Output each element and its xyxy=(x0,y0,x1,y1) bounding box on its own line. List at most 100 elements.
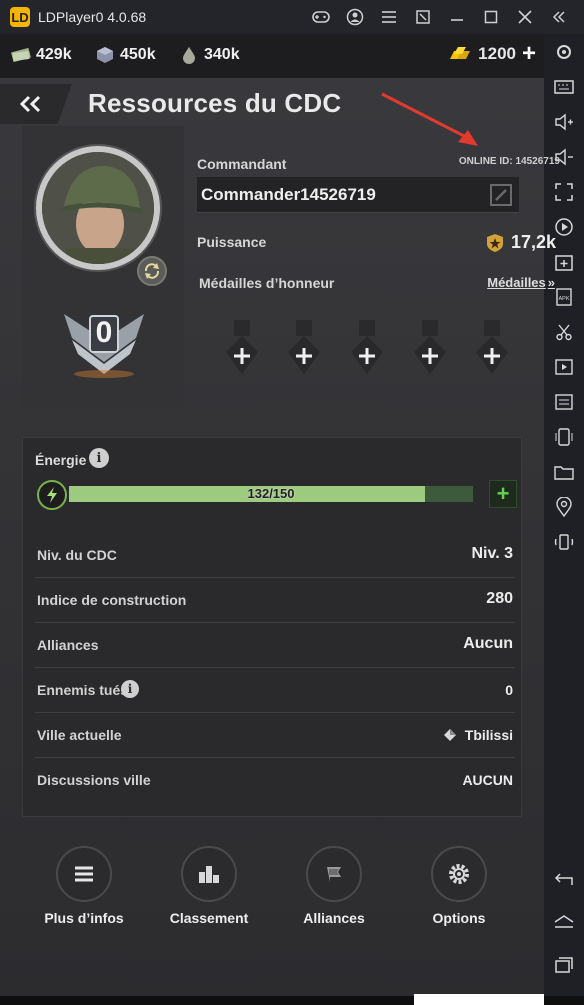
window-title: LDPlayer0 4.0.68 xyxy=(38,9,147,25)
double-chevron-right-icon: » xyxy=(547,275,555,290)
steel-icon xyxy=(97,47,113,63)
empty-medal-icon xyxy=(226,320,258,374)
edit-name-button[interactable] xyxy=(489,183,513,207)
stat-value: 280 xyxy=(486,590,513,607)
page-title: Ressources du CDC xyxy=(88,88,342,118)
empty-medal-icon xyxy=(288,320,320,374)
account-icon[interactable] xyxy=(338,0,372,34)
annotation-arrow-icon xyxy=(381,92,478,146)
empty-medal-icon xyxy=(476,320,508,374)
bottom-white-region xyxy=(414,994,544,1005)
close-icon[interactable] xyxy=(508,0,542,34)
medal-slot[interactable] xyxy=(349,318,385,378)
medals-link-label: Médailles xyxy=(487,275,546,290)
cash-resource[interactable]: 429k xyxy=(10,46,72,64)
gold-resource[interactable]: 1200 + xyxy=(448,42,536,66)
stat-row-construction-index: Indice de construction 280 xyxy=(35,579,515,623)
folder-icon[interactable] xyxy=(544,454,584,489)
steel-value: 450k xyxy=(120,46,156,63)
change-avatar-button[interactable] xyxy=(137,256,167,286)
online-id: ONLINE ID: 14526719 xyxy=(458,156,560,167)
stat-label: Ennemis tués xyxy=(37,682,129,698)
gear-icon xyxy=(449,864,469,884)
more-info-circle xyxy=(56,846,112,902)
power-value-group: 17,2k xyxy=(485,232,556,253)
back-nav-icon[interactable] xyxy=(544,861,584,896)
keyboard-icon[interactable] xyxy=(544,69,584,104)
restore-arrow-icon[interactable] xyxy=(406,0,440,34)
city-value-group[interactable]: Tbilissi xyxy=(443,727,513,743)
gold-value: 1200 xyxy=(478,44,516,63)
options-button[interactable]: Options xyxy=(404,846,514,936)
recent-apps-icon[interactable] xyxy=(544,947,584,982)
menu-icon xyxy=(75,866,93,882)
medals-link[interactable]: Médailles» xyxy=(487,275,555,290)
gold-bars-icon xyxy=(450,47,471,59)
gamepad-icon[interactable] xyxy=(304,0,338,34)
alliances-button[interactable]: Alliances xyxy=(279,846,389,936)
commander-name: Commander14526719 xyxy=(201,185,376,204)
volume-up-icon[interactable] xyxy=(544,104,584,139)
cash-icon xyxy=(11,47,31,63)
add-energy-button[interactable]: + xyxy=(489,480,517,508)
medal-slot[interactable] xyxy=(286,318,322,378)
video-record-icon[interactable] xyxy=(544,349,584,384)
emulator-sidebar: APK xyxy=(544,34,584,1005)
add-gold-plus-icon[interactable]: + xyxy=(522,42,536,66)
oil-value: 340k xyxy=(204,46,240,63)
scissors-icon[interactable] xyxy=(544,314,584,349)
stat-label: Discussions ville xyxy=(37,772,151,788)
home-nav-icon[interactable] xyxy=(544,904,584,939)
ranking-button[interactable]: Classement xyxy=(154,846,264,936)
back-button[interactable] xyxy=(0,84,72,124)
menu-icon[interactable] xyxy=(372,0,406,34)
alliances-circle xyxy=(306,846,362,902)
shake-icon[interactable] xyxy=(544,419,584,454)
stat-row-current-city: Ville actuelle Tbilissi xyxy=(35,714,515,758)
stat-label: Indice de construction xyxy=(37,592,187,608)
energy-bar-text: 132/150 xyxy=(247,486,295,501)
commander-name-field: Commander14526719 xyxy=(197,177,519,213)
stat-row-alliances: Alliances Aucun xyxy=(35,624,515,668)
ranking-circle xyxy=(181,846,237,902)
bar-chart-icon xyxy=(199,866,219,883)
stat-value: Aucun xyxy=(463,635,513,652)
commander-avatar[interactable] xyxy=(36,146,160,270)
ldplayer-logo-icon: LD xyxy=(10,7,30,27)
empty-medal-icon xyxy=(351,320,383,374)
alliances-label: Alliances xyxy=(303,910,365,926)
more-info-label: Plus d’infos xyxy=(44,910,124,926)
medal-slot[interactable] xyxy=(412,318,448,378)
commander-label: Commandant xyxy=(197,156,287,172)
steel-resource[interactable]: 450k xyxy=(96,46,156,64)
rotate-icon[interactable] xyxy=(544,524,584,559)
rank-number: 0 xyxy=(95,316,113,349)
cash-value: 429k xyxy=(36,46,72,63)
stat-label: Alliances xyxy=(37,637,99,653)
stat-label: Ville actuelle xyxy=(37,727,122,743)
oil-resource[interactable]: 340k xyxy=(180,46,240,64)
minimize-icon[interactable] xyxy=(440,0,474,34)
edit-icon xyxy=(490,184,512,206)
stat-value: Niv. 3 xyxy=(471,545,514,562)
collapse-sidebar-icon[interactable] xyxy=(542,0,576,34)
energy-info-icon[interactable]: i xyxy=(89,448,109,468)
resource-bar: 429k 450k 340k 1200 + xyxy=(0,34,544,78)
location-icon[interactable] xyxy=(544,489,584,524)
enemies-info-icon[interactable]: i xyxy=(121,680,139,698)
stats-panel: Énergie i 132/150 + Niv. du CDC Niv. 3 I… xyxy=(22,437,522,817)
stat-row-enemies-killed: Ennemis tués i 0 xyxy=(35,669,515,713)
sync-icon[interactable] xyxy=(544,384,584,419)
city-flag-icon xyxy=(443,729,456,741)
svg-text:APK: APK xyxy=(558,296,569,302)
fullscreen-icon[interactable] xyxy=(544,174,584,209)
rank-badge: 0 xyxy=(62,310,146,378)
power-value: 17,2k xyxy=(510,232,556,252)
medal-slot[interactable] xyxy=(224,318,260,378)
stat-value: AUCUN xyxy=(462,772,513,788)
power-star-icon xyxy=(486,233,503,252)
maximize-icon[interactable] xyxy=(474,0,508,34)
settings-gear-icon[interactable] xyxy=(544,34,584,69)
medal-slot[interactable] xyxy=(474,318,510,378)
more-info-button[interactable]: Plus d’infos xyxy=(29,846,139,936)
